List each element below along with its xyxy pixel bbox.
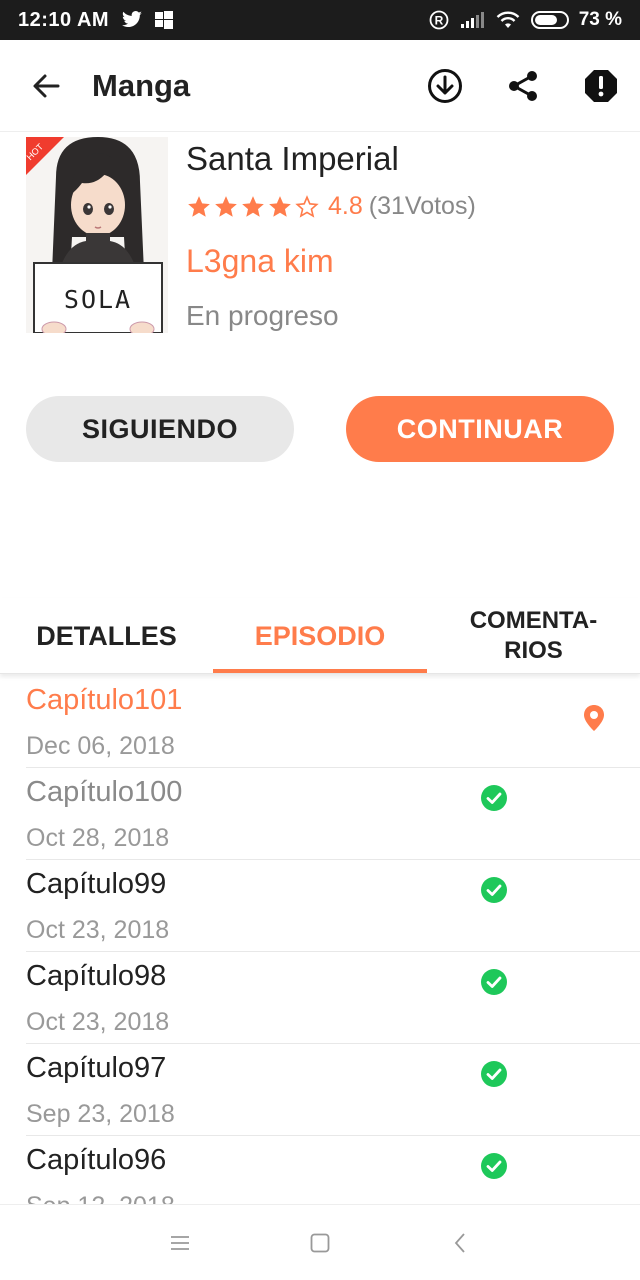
home-square-icon (310, 1233, 330, 1252)
episode-title: Capítulo97 (26, 1052, 167, 1084)
episode-date: Oct 23, 2018 (26, 1008, 170, 1036)
manga-cover[interactable]: SOLA HOT (26, 137, 168, 333)
system-nav-bar (0, 1204, 640, 1280)
battery-icon (530, 11, 569, 29)
following-button[interactable]: SIGUIENDO (26, 396, 294, 462)
share-icon (509, 70, 537, 101)
manga-title: Santa Imperial (186, 140, 399, 177)
menu-button[interactable] (160, 1223, 200, 1263)
episode-title: Capítulo96 (26, 1144, 167, 1176)
episode-date: Dec 06, 2018 (26, 732, 175, 760)
tab-details[interactable]: DETALLES (0, 598, 213, 673)
report-icon (585, 69, 617, 102)
list-item[interactable]: Capítulo97 Sep 23, 2018 (26, 1044, 640, 1136)
star-filled-icon (215, 195, 237, 217)
registered-icon: R (429, 10, 449, 30)
status-time: 12:10 AM (18, 8, 110, 31)
download-button[interactable] (406, 40, 484, 132)
cover-sign-text: SOLA (64, 285, 132, 314)
tab-episodes[interactable]: EPISODIO (213, 598, 427, 673)
home-button[interactable] (300, 1223, 340, 1263)
episode-title: Capítulo100 (26, 776, 183, 808)
page-title: Manga (92, 67, 191, 103)
rating-votes: (31Votos) (368, 192, 476, 220)
star-rating (186, 194, 320, 220)
cover-illustration: SOLA HOT (26, 137, 168, 333)
twitter-icon (121, 11, 143, 29)
episode-title: Capítulo98 (26, 960, 167, 992)
rating: 4.8 (31Votos) (186, 192, 476, 221)
report-button[interactable] (562, 40, 640, 132)
app-bar: Manga (0, 40, 640, 132)
menu-icon (171, 1235, 189, 1250)
episode-date: Oct 23, 2018 (26, 916, 170, 944)
check-circle-icon (481, 969, 507, 995)
episode-title: Capítulo101 (26, 684, 183, 716)
check-circle-icon (481, 1061, 507, 1087)
episode-list: Capítulo101 Dec 06, 2018 Capítulo100 Oct… (0, 676, 640, 1204)
status-bar: 12:10 AM R 73 % (0, 0, 640, 40)
manga-info: Santa Imperial 4.8 (31Votos) L3gna kim E… (186, 140, 476, 332)
back-arrow-icon (33, 74, 60, 97)
episode-date: Sep 23, 2018 (26, 1100, 175, 1128)
signal-icon (459, 10, 485, 30)
episode-date: Oct 28, 2018 (26, 824, 170, 852)
publication-status: En progreso (186, 300, 339, 331)
check-circle-icon (481, 877, 507, 903)
list-item[interactable]: Capítulo98 Oct 23, 2018 (26, 952, 640, 1044)
list-item[interactable]: Capítulo101 Dec 06, 2018 (26, 676, 640, 768)
share-button[interactable] (484, 40, 562, 132)
author-link[interactable]: L3gna kim (186, 243, 476, 280)
episode-title: Capítulo99 (26, 868, 167, 900)
download-icon (428, 68, 462, 103)
episode-date: Sep 12, 2018 (26, 1192, 175, 1204)
wifi-icon (495, 10, 521, 30)
star-filled-icon (242, 195, 264, 217)
windows-icon (155, 11, 174, 29)
list-item[interactable]: Capítulo96 Sep 12, 2018 (26, 1136, 640, 1204)
star-filled-icon (188, 195, 210, 217)
chevron-left-icon (454, 1232, 465, 1253)
list-item[interactable]: Capítulo100 Oct 28, 2018 (26, 768, 640, 860)
list-item[interactable]: Capítulo99 Oct 23, 2018 (26, 860, 640, 952)
continue-button[interactable]: CONTINUAR (346, 396, 614, 462)
tab-comments[interactable]: COMENTA- RIOS (427, 598, 640, 673)
tab-bar: DETALLES EPISODIO COMENTA- RIOS (0, 598, 640, 674)
battery-percent: 73 % (578, 9, 622, 30)
star-filled-icon (269, 195, 291, 217)
rating-score: 4.8 (328, 192, 363, 220)
star-empty-icon (295, 194, 319, 218)
system-back-button[interactable] (440, 1223, 480, 1263)
check-circle-icon (481, 1153, 507, 1179)
check-circle-icon (481, 785, 507, 811)
svg-text:R: R (434, 14, 443, 28)
location-pin-icon (584, 705, 604, 731)
back-button[interactable] (0, 40, 92, 132)
